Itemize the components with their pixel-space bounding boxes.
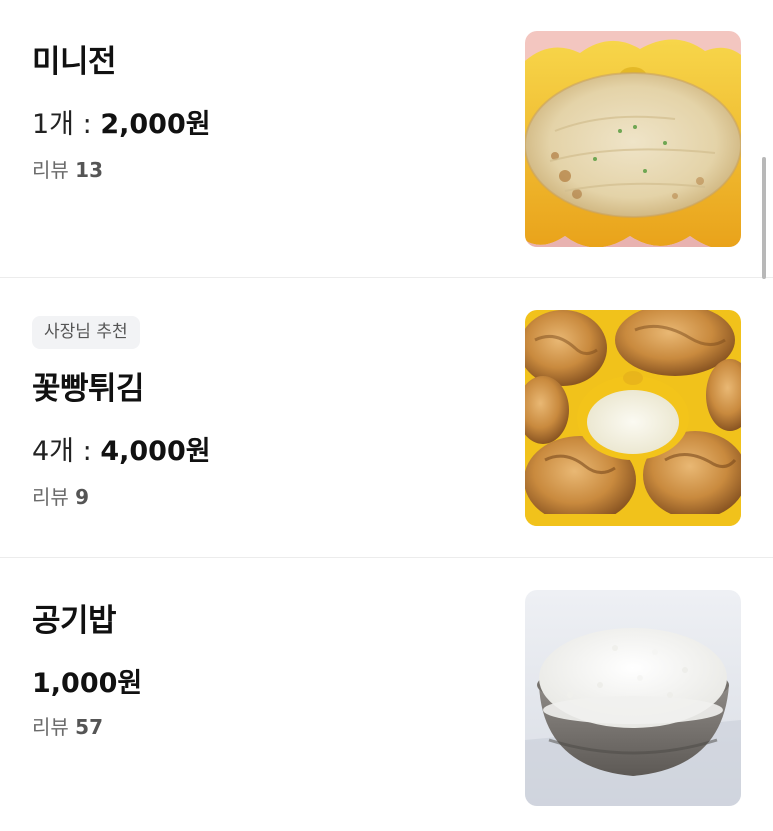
fried-flower-bun-image xyxy=(525,310,741,526)
divider xyxy=(0,277,773,278)
menu-item-price-amount: 4,000원 xyxy=(100,436,211,467)
menu-item-review: 리뷰 57 xyxy=(32,711,103,740)
menu-item-review: 리뷰 13 xyxy=(32,154,103,183)
price-separator: : xyxy=(82,436,92,467)
scallion-pancake-image xyxy=(525,31,741,247)
menu-item-mini-jeon[interactable]: 미니전 1개 : 2,000원 리뷰 13 xyxy=(0,0,773,277)
menu-item-steamed-rice[interactable]: 공기밥 1,000원 리뷰 57 xyxy=(0,559,773,831)
menu-item-review: 리뷰 9 xyxy=(32,481,89,510)
review-count: 57 xyxy=(75,715,104,739)
menu-item-quantity: 4개 xyxy=(32,436,75,467)
review-label: 리뷰 xyxy=(32,485,69,509)
menu-item-quantity: 1개 xyxy=(32,109,75,140)
menu-item-name: 공기밥 xyxy=(32,603,117,639)
menu-item-image[interactable] xyxy=(525,590,741,806)
review-label: 리뷰 xyxy=(32,158,69,182)
menu-item-price: 1,000원 xyxy=(32,661,142,700)
menu-list: 미니전 1개 : 2,000원 리뷰 13 사장님 추천 꽃빵튀김 4개: 4… xyxy=(0,0,773,831)
menu-item-image[interactable] xyxy=(525,310,741,526)
menu-item-price: 1개 : 2,000원 xyxy=(32,102,211,141)
recommended-badge: 사장님 추천 xyxy=(32,316,140,349)
menu-item-image[interactable] xyxy=(525,31,741,247)
review-count: 9 xyxy=(75,485,90,509)
vertical-scrollbar[interactable] xyxy=(762,157,766,279)
review-count: 13 xyxy=(75,158,104,182)
menu-item-name: 꽃빵튀김 xyxy=(32,371,145,407)
menu-item-price-amount: 2,000원 xyxy=(100,109,211,140)
menu-item-name: 미니전 xyxy=(32,44,117,80)
menu-item-price: 4개 : 4,000원 xyxy=(32,429,211,468)
steamed-rice-bowl-image xyxy=(525,590,741,806)
menu-item-fried-flower-bun[interactable]: 사장님 추천 꽃빵튀김 4개 : 4,000원 리뷰 9 xyxy=(0,279,773,557)
review-label: 리뷰 xyxy=(32,715,69,739)
menu-item-price-amount: 1,000원 xyxy=(32,668,143,699)
price-separator: : xyxy=(82,109,92,140)
divider xyxy=(0,557,773,558)
